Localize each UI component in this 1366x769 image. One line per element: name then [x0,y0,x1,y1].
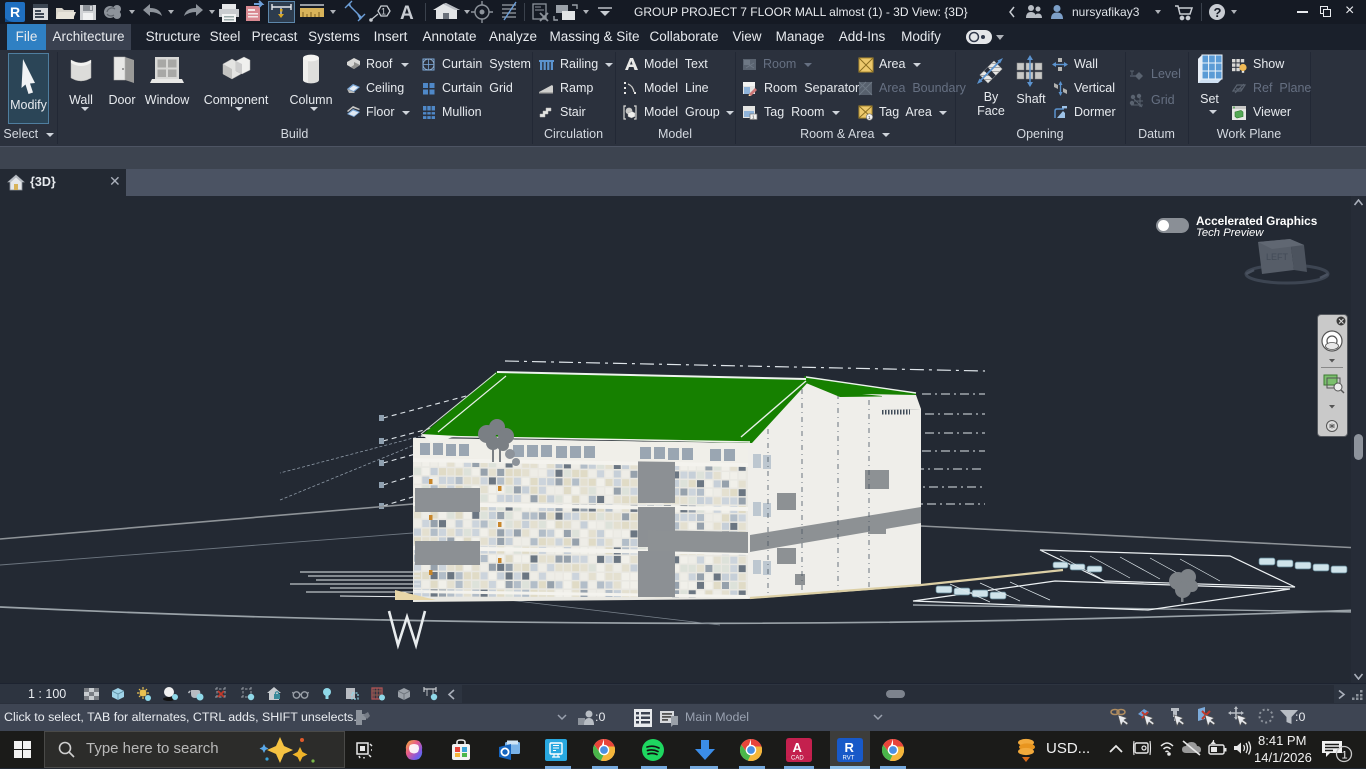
svg-text:A: A [400,3,414,24]
svg-text:CAD: CAD [791,756,804,762]
svg-text:1: 1 [381,7,386,17]
svg-text:RVT: RVT [843,756,855,762]
svg-text:1: 1 [1342,750,1348,762]
svg-text:R: R [845,740,855,755]
svg-text:LEFT: LEFT [1266,252,1289,262]
svg-text:A: A [793,740,803,755]
svg-text:R: R [10,4,20,20]
svg-text:?: ? [1214,5,1222,20]
